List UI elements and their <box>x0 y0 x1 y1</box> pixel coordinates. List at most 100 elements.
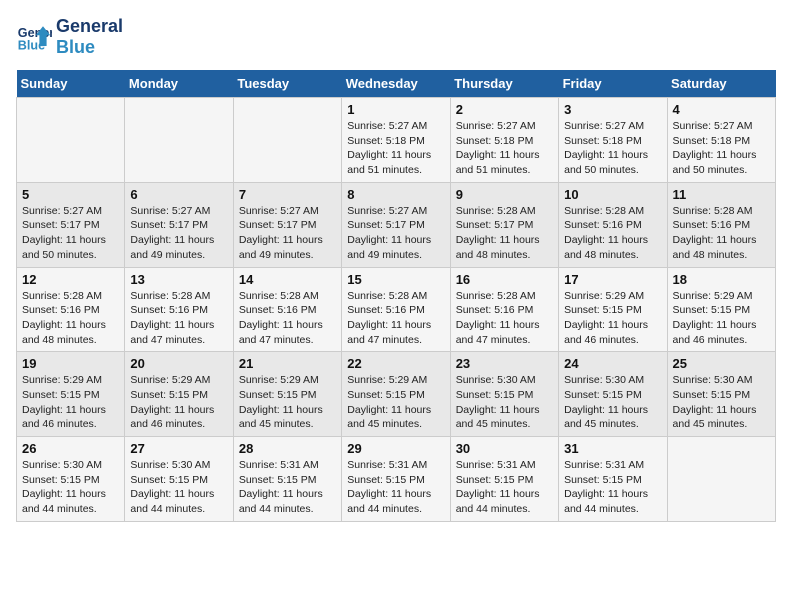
day-number: 1 <box>347 102 444 117</box>
day-info: Sunrise: 5:28 AM Sunset: 5:16 PM Dayligh… <box>130 289 227 348</box>
day-number: 22 <box>347 356 444 371</box>
day-number: 8 <box>347 187 444 202</box>
day-info: Sunrise: 5:30 AM Sunset: 5:15 PM Dayligh… <box>22 458 119 517</box>
day-info: Sunrise: 5:27 AM Sunset: 5:17 PM Dayligh… <box>130 204 227 263</box>
day-header-saturday: Saturday <box>667 70 775 98</box>
day-number: 3 <box>564 102 661 117</box>
day-header-monday: Monday <box>125 70 233 98</box>
day-number: 9 <box>456 187 553 202</box>
day-info: Sunrise: 5:28 AM Sunset: 5:16 PM Dayligh… <box>673 204 770 263</box>
day-info: Sunrise: 5:29 AM Sunset: 5:15 PM Dayligh… <box>130 373 227 432</box>
calendar-cell: 29Sunrise: 5:31 AM Sunset: 5:15 PM Dayli… <box>342 437 450 522</box>
day-info: Sunrise: 5:30 AM Sunset: 5:15 PM Dayligh… <box>130 458 227 517</box>
calendar-cell: 11 Sunrise: 5:28 AM Sunset: 5:16 PM Dayli… <box>667 182 775 267</box>
calendar-cell: 26Sunrise: 5:30 AM Sunset: 5:15 PM Dayli… <box>17 437 125 522</box>
calendar-cell: 10Sunrise: 5:28 AM Sunset: 5:16 PM Dayli… <box>559 182 667 267</box>
calendar-cell: 17 Sunrise: 5:29 AM Sunset: 5:15 PM Dayli… <box>559 267 667 352</box>
day-number: 2 <box>456 102 553 117</box>
day-info: Sunrise: 5:30 AM Sunset: 5:15 PM Dayligh… <box>456 373 553 432</box>
day-number: 10 <box>564 187 661 202</box>
day-number: 14 <box>239 272 336 287</box>
day-info: Sunrise: 5:28 AM Sunset: 5:16 PM Dayligh… <box>22 289 119 348</box>
day-number: 20 <box>130 356 227 371</box>
day-number: 19 <box>22 356 119 371</box>
day-info: Sunrise: 5:31 AM Sunset: 5:15 PM Dayligh… <box>239 458 336 517</box>
day-info: Sunrise: 5:27 AM Sunset: 5:17 PM Dayligh… <box>22 204 119 263</box>
logo-icon: General Blue <box>16 19 52 55</box>
day-header-wednesday: Wednesday <box>342 70 450 98</box>
day-number: 4 <box>673 102 770 117</box>
day-info: Sunrise: 5:31 AM Sunset: 5:15 PM Dayligh… <box>347 458 444 517</box>
calendar-cell: 27 Sunrise: 5:30 AM Sunset: 5:15 PM Dayli… <box>125 437 233 522</box>
day-info: Sunrise: 5:27 AM Sunset: 5:18 PM Dayligh… <box>673 119 770 178</box>
calendar-cell <box>667 437 775 522</box>
calendar-cell <box>233 98 341 183</box>
calendar-cell <box>125 98 233 183</box>
day-number: 18 <box>673 272 770 287</box>
day-number: 23 <box>456 356 553 371</box>
calendar-cell: 30 Sunrise: 5:31 AM Sunset: 5:15 PM Dayli… <box>450 437 558 522</box>
day-number: 7 <box>239 187 336 202</box>
calendar-cell: 25 Sunrise: 5:30 AM Sunset: 5:15 PM Dayli… <box>667 352 775 437</box>
day-info: Sunrise: 5:30 AM Sunset: 5:15 PM Dayligh… <box>673 373 770 432</box>
week-row-2: 5 Sunrise: 5:27 AM Sunset: 5:17 PM Daylig… <box>17 182 776 267</box>
calendar-cell: 12 Sunrise: 5:28 AM Sunset: 5:16 PM Dayli… <box>17 267 125 352</box>
calendar-cell: 31 Sunrise: 5:31 AM Sunset: 5:15 PM Dayli… <box>559 437 667 522</box>
calendar-cell: 9 Sunrise: 5:28 AM Sunset: 5:17 PM Daylig… <box>450 182 558 267</box>
day-number: 25 <box>673 356 770 371</box>
day-header-sunday: Sunday <box>17 70 125 98</box>
calendar-cell: 19Sunrise: 5:29 AM Sunset: 5:15 PM Dayli… <box>17 352 125 437</box>
calendar-cell: 1 Sunrise: 5:27 AM Sunset: 5:18 PM Daylig… <box>342 98 450 183</box>
day-number: 28 <box>239 441 336 456</box>
day-info: Sunrise: 5:28 AM Sunset: 5:17 PM Dayligh… <box>456 204 553 263</box>
day-number: 31 <box>564 441 661 456</box>
day-number: 5 <box>22 187 119 202</box>
calendar-cell: 20 Sunrise: 5:29 AM Sunset: 5:15 PM Dayli… <box>125 352 233 437</box>
calendar-cell: 28 Sunrise: 5:31 AM Sunset: 5:15 PM Dayli… <box>233 437 341 522</box>
day-info: Sunrise: 5:31 AM Sunset: 5:15 PM Dayligh… <box>564 458 661 517</box>
calendar-cell: 4 Sunrise: 5:27 AM Sunset: 5:18 PM Daylig… <box>667 98 775 183</box>
day-info: Sunrise: 5:27 AM Sunset: 5:18 PM Dayligh… <box>347 119 444 178</box>
calendar-cell: 5 Sunrise: 5:27 AM Sunset: 5:17 PM Daylig… <box>17 182 125 267</box>
day-number: 17 <box>564 272 661 287</box>
week-row-5: 26Sunrise: 5:30 AM Sunset: 5:15 PM Dayli… <box>17 437 776 522</box>
calendar-cell: 6Sunrise: 5:27 AM Sunset: 5:17 PM Daylig… <box>125 182 233 267</box>
calendar-cell: 18 Sunrise: 5:29 AM Sunset: 5:15 PM Dayli… <box>667 267 775 352</box>
day-number: 11 <box>673 187 770 202</box>
days-header-row: SundayMondayTuesdayWednesdayThursdayFrid… <box>17 70 776 98</box>
logo: General Blue General Blue <box>16 16 123 58</box>
day-info: Sunrise: 5:28 AM Sunset: 5:16 PM Dayligh… <box>347 289 444 348</box>
day-header-friday: Friday <box>559 70 667 98</box>
day-info: Sunrise: 5:30 AM Sunset: 5:15 PM Dayligh… <box>564 373 661 432</box>
day-number: 27 <box>130 441 227 456</box>
day-info: Sunrise: 5:27 AM Sunset: 5:18 PM Dayligh… <box>456 119 553 178</box>
calendar-cell: 3 Sunrise: 5:27 AM Sunset: 5:18 PM Daylig… <box>559 98 667 183</box>
week-row-1: 1 Sunrise: 5:27 AM Sunset: 5:18 PM Daylig… <box>17 98 776 183</box>
day-number: 12 <box>22 272 119 287</box>
day-info: Sunrise: 5:27 AM Sunset: 5:18 PM Dayligh… <box>564 119 661 178</box>
calendar-cell: 22 Sunrise: 5:29 AM Sunset: 5:15 PM Dayli… <box>342 352 450 437</box>
calendar-cell: 21Sunrise: 5:29 AM Sunset: 5:15 PM Dayli… <box>233 352 341 437</box>
logo-text: General Blue <box>56 16 123 58</box>
day-number: 24 <box>564 356 661 371</box>
day-header-thursday: Thursday <box>450 70 558 98</box>
week-row-4: 19 Sunrise: 5:29 AM Sunset: 5:15 PM Dayli… <box>17 352 776 437</box>
day-number: 30 <box>456 441 553 456</box>
day-info: Sunrise: 5:29 AM Sunset: 5:15 PM Dayligh… <box>673 289 770 348</box>
day-info: Sunrise: 5:28 AM Sunset: 5:16 PM Dayligh… <box>239 289 336 348</box>
day-info: Sunrise: 5:29 AM Sunset: 5:15 PM Dayligh… <box>239 373 336 432</box>
day-number: 16 <box>456 272 553 287</box>
day-info: Sunrise: 5:31 AM Sunset: 5:15 PM Dayligh… <box>456 458 553 517</box>
calendar-cell <box>17 98 125 183</box>
day-info: Sunrise: 5:27 AM Sunset: 5:17 PM Dayligh… <box>347 204 444 263</box>
day-info: Sunrise: 5:29 AM Sunset: 5:15 PM Dayligh… <box>564 289 661 348</box>
calendar-cell: 8 Sunrise: 5:27 AM Sunset: 5:17 PM Daylig… <box>342 182 450 267</box>
day-info: Sunrise: 5:29 AM Sunset: 5:15 PM Dayligh… <box>347 373 444 432</box>
calendar-cell: 23 Sunrise: 5:30 AM Sunset: 5:15 PM Dayli… <box>450 352 558 437</box>
page-header: General Blue General Blue <box>16 16 776 58</box>
week-row-3: 12 Sunrise: 5:28 AM Sunset: 5:16 PM Dayli… <box>17 267 776 352</box>
day-number: 13 <box>130 272 227 287</box>
day-info: Sunrise: 5:28 AM Sunset: 5:16 PM Dayligh… <box>456 289 553 348</box>
calendar-table: SundayMondayTuesdayWednesdayThursdayFrid… <box>16 70 776 522</box>
day-info: Sunrise: 5:27 AM Sunset: 5:17 PM Dayligh… <box>239 204 336 263</box>
